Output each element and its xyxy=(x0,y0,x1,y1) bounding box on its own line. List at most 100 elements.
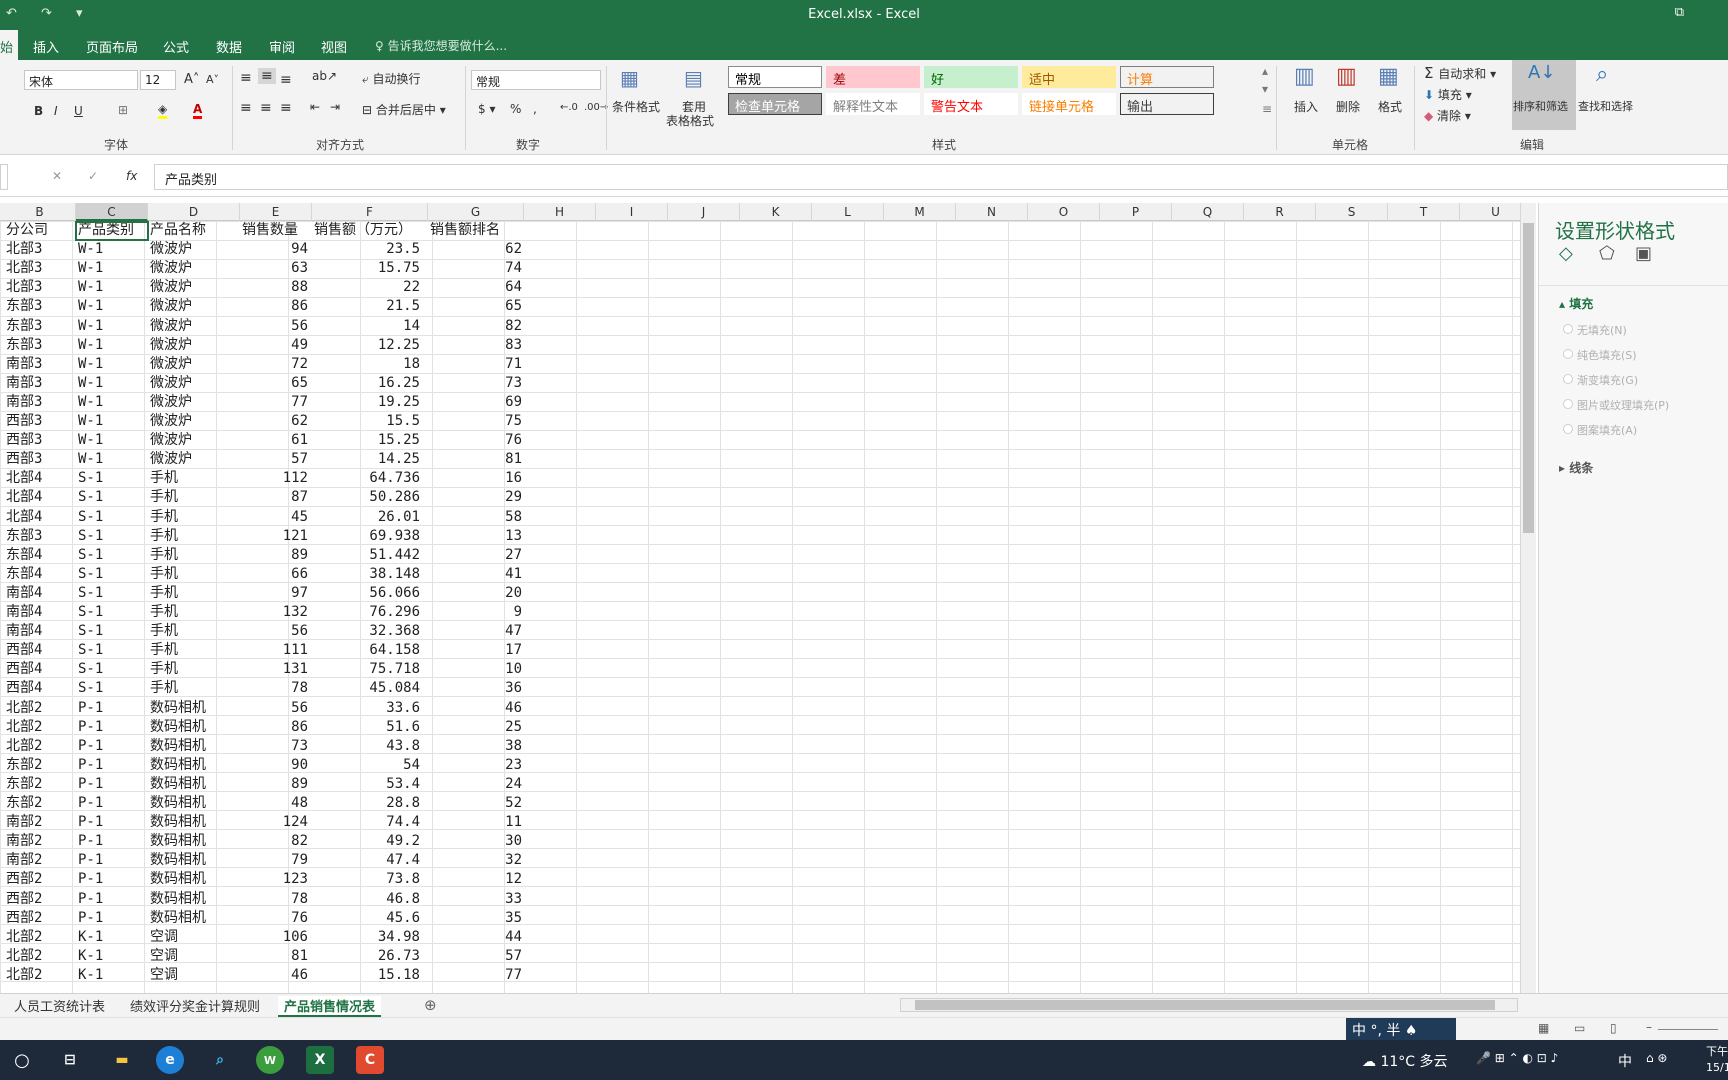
cell[interactable]: 63 xyxy=(242,259,308,278)
cell[interactable]: 南部2 xyxy=(6,851,76,870)
cell[interactable]: 手机 xyxy=(150,660,240,679)
cell[interactable]: 手机 xyxy=(150,469,240,488)
cell[interactable]: P-1 xyxy=(78,794,148,813)
column-header-c[interactable]: C xyxy=(76,203,148,221)
cell[interactable]: P-1 xyxy=(78,832,148,851)
cell[interactable]: 64.736 xyxy=(314,469,420,488)
sheet-tab-bonus-rules[interactable]: 绩效评分奖金计算规则 xyxy=(124,996,266,1015)
italic-icon[interactable]: I xyxy=(54,104,58,118)
radio-solid-fill[interactable] xyxy=(1563,349,1573,359)
enter-icon[interactable]: ✓ xyxy=(88,169,98,183)
font-name-select[interactable]: 宋体 xyxy=(24,70,138,90)
cell[interactable]: 数码相机 xyxy=(150,794,240,813)
cell[interactable]: 78 xyxy=(242,679,308,698)
cell[interactable]: 56 xyxy=(242,317,308,336)
conditional-format-button[interactable]: 条件格式 xyxy=(612,98,660,115)
comma-icon[interactable]: , xyxy=(533,102,537,116)
cell[interactable]: 76 xyxy=(430,431,522,450)
cell[interactable]: 45 xyxy=(242,508,308,527)
zoom-slider[interactable] xyxy=(1658,1029,1718,1030)
cell[interactable]: 45.6 xyxy=(314,909,420,928)
cell[interactable]: 数码相机 xyxy=(150,718,240,737)
cell[interactable]: W-1 xyxy=(78,336,148,355)
cell[interactable]: 手机 xyxy=(150,527,240,546)
table-row[interactable]: 北部3 W-1 微波炉 63 15.75 74 xyxy=(0,259,530,278)
zoom-out-icon[interactable]: – xyxy=(1646,1020,1652,1034)
cell[interactable]: 81 xyxy=(242,947,308,966)
cell[interactable]: 76 xyxy=(242,909,308,928)
cell[interactable]: P-1 xyxy=(78,909,148,928)
cell[interactable]: 数码相机 xyxy=(150,775,240,794)
cell[interactable]: 12.25 xyxy=(314,336,420,355)
cell[interactable]: 东部3 xyxy=(6,297,76,316)
decrease-decimal-icon[interactable]: .00→ xyxy=(584,102,608,113)
cell[interactable]: 72 xyxy=(242,355,308,374)
tab-insert[interactable]: 插入 xyxy=(33,37,59,56)
effects-icon[interactable]: ⬠ xyxy=(1599,243,1615,264)
cell[interactable]: 28.8 xyxy=(314,794,420,813)
cell[interactable]: P-1 xyxy=(78,775,148,794)
cell[interactable]: S-1 xyxy=(78,508,148,527)
column-header-q[interactable]: Q xyxy=(1172,203,1244,221)
cell[interactable]: 西部2 xyxy=(6,909,76,928)
cell[interactable]: S-1 xyxy=(78,469,148,488)
cell-style-item[interactable]: 检查单元格 xyxy=(728,93,822,115)
cell[interactable]: 北部2 xyxy=(6,737,76,756)
cell[interactable]: 45.084 xyxy=(314,679,420,698)
cell[interactable]: 57 xyxy=(430,947,522,966)
tab-start[interactable]: 始 xyxy=(0,30,18,60)
cell[interactable]: W-1 xyxy=(78,259,148,278)
cell[interactable]: 手机 xyxy=(150,565,240,584)
column-header-e[interactable]: E xyxy=(240,203,312,221)
cell[interactable]: 69.938 xyxy=(314,527,420,546)
cell[interactable]: W-1 xyxy=(78,278,148,297)
cell[interactable]: 东部2 xyxy=(6,794,76,813)
cell[interactable]: 121 xyxy=(242,527,308,546)
cell[interactable]: 微波炉 xyxy=(150,412,240,431)
cell[interactable]: 南部4 xyxy=(6,622,76,641)
cell[interactable]: 51.6 xyxy=(314,718,420,737)
cell[interactable]: 77 xyxy=(430,966,522,985)
cell[interactable]: 微波炉 xyxy=(150,317,240,336)
cell[interactable]: 23 xyxy=(430,756,522,775)
radio-picture-fill[interactable] xyxy=(1563,399,1573,409)
column-header-p[interactable]: P xyxy=(1100,203,1172,221)
cell[interactable]: 23.5 xyxy=(314,240,420,259)
cell[interactable]: 50.286 xyxy=(314,488,420,507)
cell[interactable]: 南部2 xyxy=(6,832,76,851)
cell[interactable]: 89 xyxy=(242,546,308,565)
fill-color-icon[interactable]: ◈ xyxy=(158,102,168,119)
cell[interactable]: 11 xyxy=(430,813,522,832)
recorder-icon[interactable]: C xyxy=(356,1046,384,1074)
wechat-work-icon[interactable]: W xyxy=(256,1046,284,1074)
page-break-view-icon[interactable]: ▯ xyxy=(1610,1021,1617,1035)
tab-review[interactable]: 审阅 xyxy=(269,37,295,56)
cell[interactable]: 88 xyxy=(242,278,308,297)
restore-icon[interactable]: ⧉ xyxy=(1675,5,1684,20)
cell[interactable]: 111 xyxy=(242,641,308,660)
cell[interactable]: 32 xyxy=(430,851,522,870)
cell[interactable]: 手机 xyxy=(150,508,240,527)
cell[interactable]: P-1 xyxy=(78,813,148,832)
fill-line-icon[interactable]: ◇ xyxy=(1559,243,1573,264)
table-row[interactable]: 南部3 W-1 微波炉 65 16.25 73 xyxy=(0,374,530,393)
cell[interactable]: 微波炉 xyxy=(150,336,240,355)
column-header-t[interactable]: T xyxy=(1388,203,1460,221)
merge-center-button[interactable]: ⊟ 合并后居中 ▾ xyxy=(362,101,446,118)
cell[interactable]: 49 xyxy=(242,336,308,355)
formula-input[interactable]: 产品类别 xyxy=(154,164,1728,190)
cell[interactable]: 73.8 xyxy=(314,870,420,889)
cell[interactable]: 数码相机 xyxy=(150,890,240,909)
cell[interactable]: 数码相机 xyxy=(150,737,240,756)
cell[interactable]: 南部3 xyxy=(6,374,76,393)
cell[interactable]: 25 xyxy=(430,718,522,737)
table-row[interactable]: 北部2 K-1 空调 106 34.98 44 xyxy=(0,928,530,947)
cell[interactable]: 24 xyxy=(430,775,522,794)
cell[interactable]: 北部4 xyxy=(6,469,76,488)
table-row[interactable]: 西部4 S-1 手机 131 75.718 10 xyxy=(0,660,530,679)
align-right-icon[interactable]: ≡ xyxy=(280,100,292,116)
table-row[interactable]: 北部3 W-1 微波炉 94 23.5 62 xyxy=(0,240,530,259)
start-search-icon[interactable]: ○ xyxy=(8,1046,36,1074)
cell[interactable]: 18 xyxy=(314,355,420,374)
cell[interactable]: 10 xyxy=(430,660,522,679)
